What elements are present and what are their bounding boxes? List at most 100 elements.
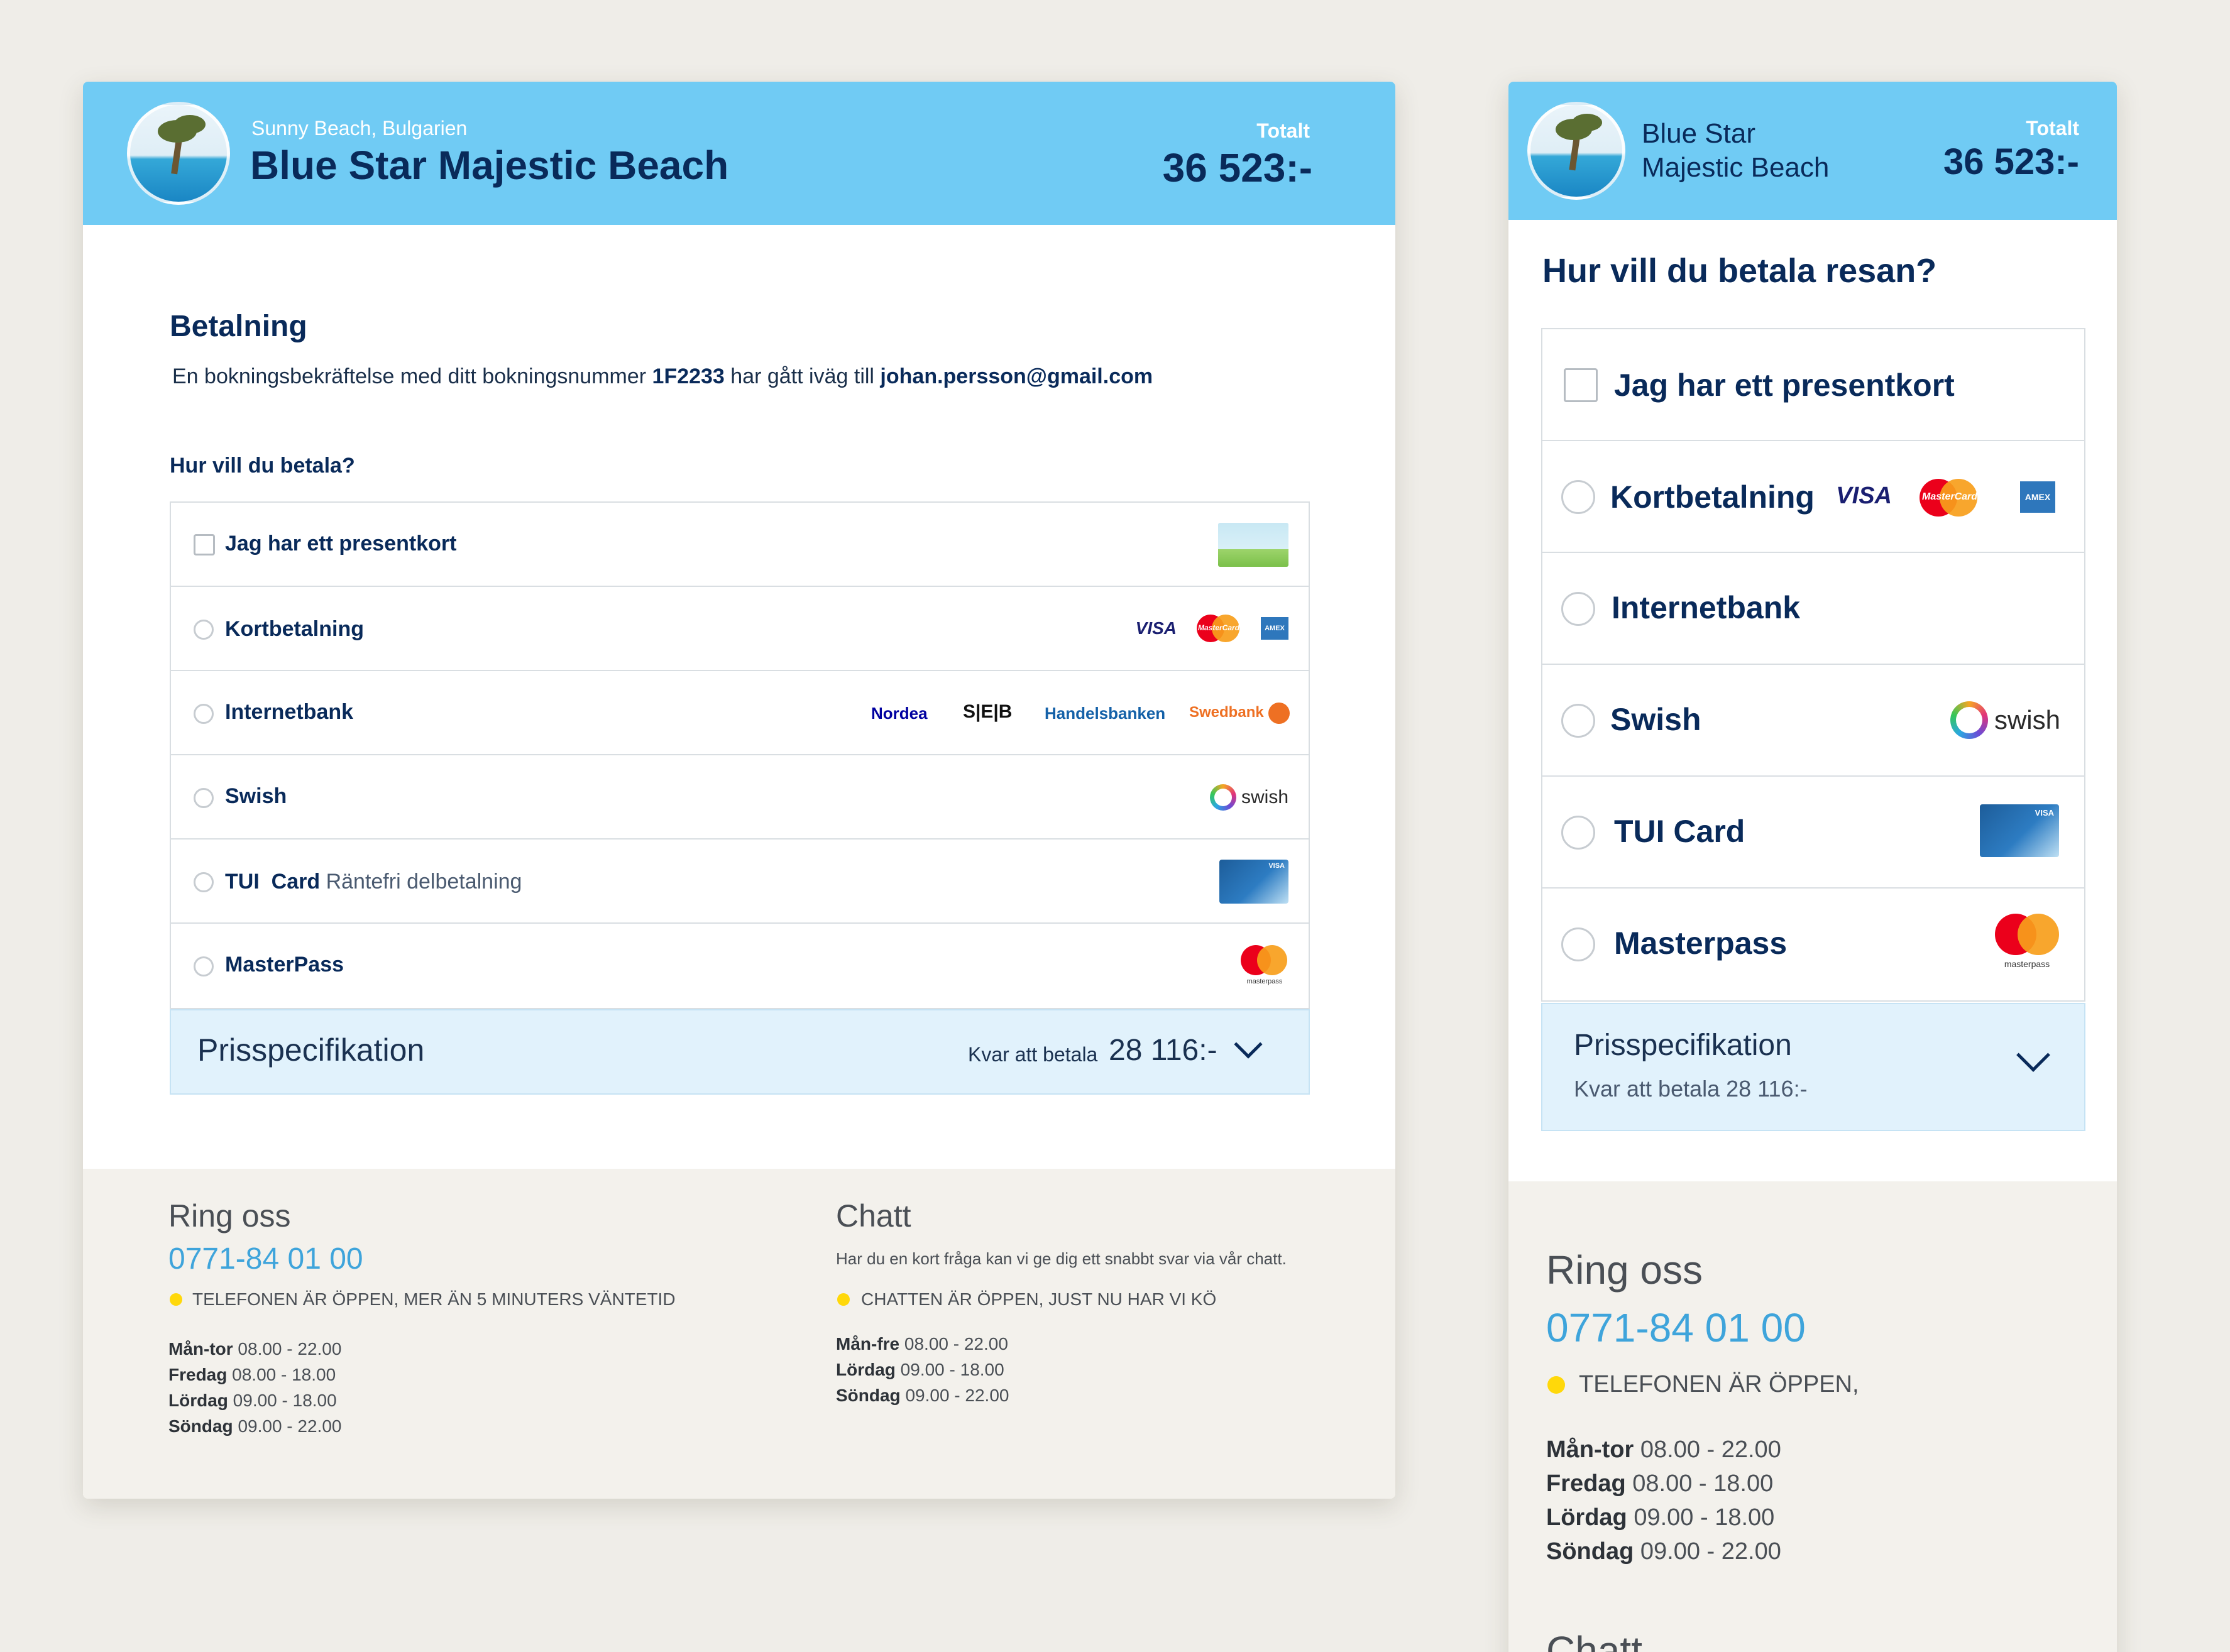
- hotel-location: Sunny Beach, Bulgarien: [251, 117, 468, 139]
- option-internetbank[interactable]: Internetbank Nordea S|E|B Handelsbanken …: [171, 671, 1309, 755]
- seb-logo: S|E|B: [963, 701, 1013, 722]
- swedbank-oak-icon: [1268, 703, 1290, 724]
- payment-question: Hur vill du betala?: [170, 454, 355, 478]
- mastercard-logo: MasterCard: [1197, 615, 1239, 642]
- price-spec-label: Prisspecifikation: [1574, 1029, 1792, 1062]
- payment-options: Jag har ett presentkort Kortbetalning VI…: [1541, 328, 2085, 1002]
- chevron-down-icon[interactable]: [2016, 1038, 2050, 1072]
- price-specification[interactable]: Prisspecifikation Kvar att betala 28 116…: [1541, 1003, 2085, 1131]
- option-giftcard[interactable]: Jag har ett presentkort: [171, 503, 1309, 587]
- booking-header: Sunny Beach, Bulgarien Blue Star Majesti…: [83, 82, 1395, 225]
- swish-icon: [1950, 701, 1988, 739]
- hotel-name-line2: Majestic Beach: [1642, 152, 1830, 183]
- amex-logo: AMEX: [2020, 481, 2055, 513]
- payment-question: Hur vill du betala resan?: [1542, 252, 1937, 290]
- tui-card-image: VISA: [1219, 860, 1288, 904]
- option-label: Kortbetalning: [1610, 479, 1815, 515]
- radio-button[interactable]: [194, 704, 214, 724]
- option-label: TUI Card Räntefri delbetalning: [225, 870, 522, 894]
- option-tuicard[interactable]: TUI Card VISA: [1542, 777, 2084, 889]
- option-internetbank[interactable]: Internetbank: [1542, 553, 2084, 665]
- total-label: Totalt: [2026, 117, 2079, 139]
- status-dot: [1547, 1376, 1565, 1394]
- status-dot: [837, 1293, 850, 1306]
- radio-button[interactable]: [194, 620, 214, 640]
- phone-hours: Mån-tor 08.00 - 22.00 Fredag 08.00 - 18.…: [1546, 1436, 1781, 1565]
- radio-button[interactable]: [1561, 816, 1595, 850]
- visa-logo: VISA: [1135, 618, 1177, 638]
- phone-hours: Mån-tor 08.00 - 22.00 Fredag 08.00 - 18.…: [168, 1339, 342, 1436]
- remaining-label: Kvar att betala: [968, 1043, 1098, 1066]
- phone-link[interactable]: 0771-84 01 00: [168, 1242, 363, 1276]
- tui-card-image: VISA: [1980, 804, 2059, 857]
- phone-status: TELEFONEN ÄR ÖPPEN, MER ÄN 5 MINUTERS VÄ…: [192, 1289, 676, 1309]
- total-label: Totalt: [1256, 119, 1310, 142]
- hotel-name-line1: Blue Star: [1642, 118, 1755, 149]
- option-label: Internetbank: [1612, 590, 1801, 625]
- option-label: Jag har ett presentkort: [1614, 368, 1955, 403]
- phone-status: TELEFONEN ÄR ÖPPEN,: [1579, 1371, 1859, 1398]
- option-label: Swish: [1610, 702, 1701, 737]
- swish-logo: swish: [1209, 784, 1288, 811]
- swish-logo: swish: [1950, 701, 2060, 739]
- option-card[interactable]: Kortbetalning VISA MasterCard AMEX: [171, 587, 1309, 671]
- price-spec-label: Prisspecifikation: [197, 1032, 425, 1068]
- visa-logo: VISA: [1836, 483, 1892, 509]
- contact-footer: Ring oss 0771-84 01 00 TELEFONEN ÄR ÖPPE…: [1508, 1181, 2117, 1652]
- call-title: Ring oss: [168, 1198, 291, 1234]
- option-masterpass[interactable]: Masterpass masterpass: [1542, 889, 2084, 1000]
- chat-description: Har du en kort fråga kan vi ge dig ett s…: [836, 1249, 1287, 1268]
- mobile-booking-card: Blue Star Majestic Beach Totalt 36 523:-…: [1508, 82, 2117, 1652]
- giftcard-checkbox[interactable]: [1564, 368, 1598, 402]
- contact-footer: Ring oss 0771-84 01 00 TELEFONEN ÄR ÖPPE…: [83, 1169, 1395, 1499]
- hotel-name: Blue Star Majestic Beach: [250, 143, 729, 188]
- payment-title: Betalning: [170, 310, 307, 343]
- option-masterpass[interactable]: MasterPass masterpass: [171, 924, 1309, 1008]
- total-price: 36 523:-: [1162, 145, 1312, 190]
- option-swish[interactable]: Swish swish: [1542, 665, 2084, 777]
- option-label: TUI Card: [1614, 814, 1745, 849]
- radio-button[interactable]: [1561, 704, 1595, 738]
- option-label: Swish: [225, 784, 287, 808]
- chat-title[interactable]: Chatt: [836, 1198, 911, 1234]
- option-label: Masterpass: [1614, 926, 1788, 961]
- masterpass-logo: masterpass: [1994, 914, 2060, 971]
- call-title: Ring oss: [1546, 1247, 1703, 1293]
- mastercard-logo: MasterCard: [1920, 479, 1977, 517]
- option-label: Internetbank: [225, 700, 354, 724]
- radio-button[interactable]: [1561, 480, 1595, 514]
- giftcard-image: [1218, 523, 1288, 567]
- amex-logo: AMEX: [1261, 617, 1288, 640]
- swedbank-logo: Swedbank: [1189, 704, 1264, 721]
- option-sublabel: Räntefri delbetalning: [320, 870, 522, 894]
- chat-title[interactable]: Chatt: [1546, 1627, 1642, 1652]
- swish-icon: [1209, 784, 1236, 811]
- price-specification[interactable]: Prisspecifikation Kvar att betala 28 116…: [170, 1009, 1310, 1095]
- option-swish[interactable]: Swish swish: [171, 755, 1309, 840]
- radio-button[interactable]: [194, 788, 214, 808]
- option-card[interactable]: Kortbetalning VISA MasterCard AMEX: [1542, 441, 2084, 553]
- remaining-amount: Kvar att betala 28 116:-: [1574, 1076, 1808, 1102]
- masterpass-logo: masterpass: [1239, 945, 1290, 987]
- confirmation-email: johan.persson@gmail.com: [880, 364, 1153, 388]
- option-label: Kortbetalning: [225, 617, 364, 641]
- option-label: MasterPass: [225, 953, 344, 976]
- total-price: 36 523:-: [1943, 141, 2079, 182]
- booking-header: Blue Star Majestic Beach Totalt 36 523:-: [1508, 82, 2117, 220]
- radio-button[interactable]: [194, 872, 214, 892]
- hotel-thumbnail: [127, 102, 230, 205]
- radio-button[interactable]: [1561, 927, 1595, 961]
- chat-status: CHATTEN ÄR ÖPPEN, JUST NU HAR VI KÖ: [861, 1289, 1217, 1309]
- radio-button[interactable]: [1561, 592, 1595, 626]
- giftcard-checkbox[interactable]: [194, 534, 215, 555]
- option-giftcard[interactable]: Jag har ett presentkort: [1542, 329, 2084, 441]
- chevron-down-icon[interactable]: [1234, 1030, 1263, 1059]
- option-tuicard[interactable]: TUI Card Räntefri delbetalning VISA: [171, 840, 1309, 924]
- payment-options: Jag har ett presentkort Kortbetalning VI…: [170, 501, 1310, 1009]
- status-dot: [170, 1293, 182, 1306]
- chat-hours: Mån-fre 08.00 - 22.00 Lördag 09.00 - 18.…: [836, 1334, 1009, 1405]
- booking-number: 1F2233: [652, 364, 725, 388]
- radio-button[interactable]: [194, 956, 214, 976]
- nordea-logo: Nordea: [871, 704, 928, 723]
- phone-link[interactable]: 0771-84 01 00: [1546, 1305, 1806, 1351]
